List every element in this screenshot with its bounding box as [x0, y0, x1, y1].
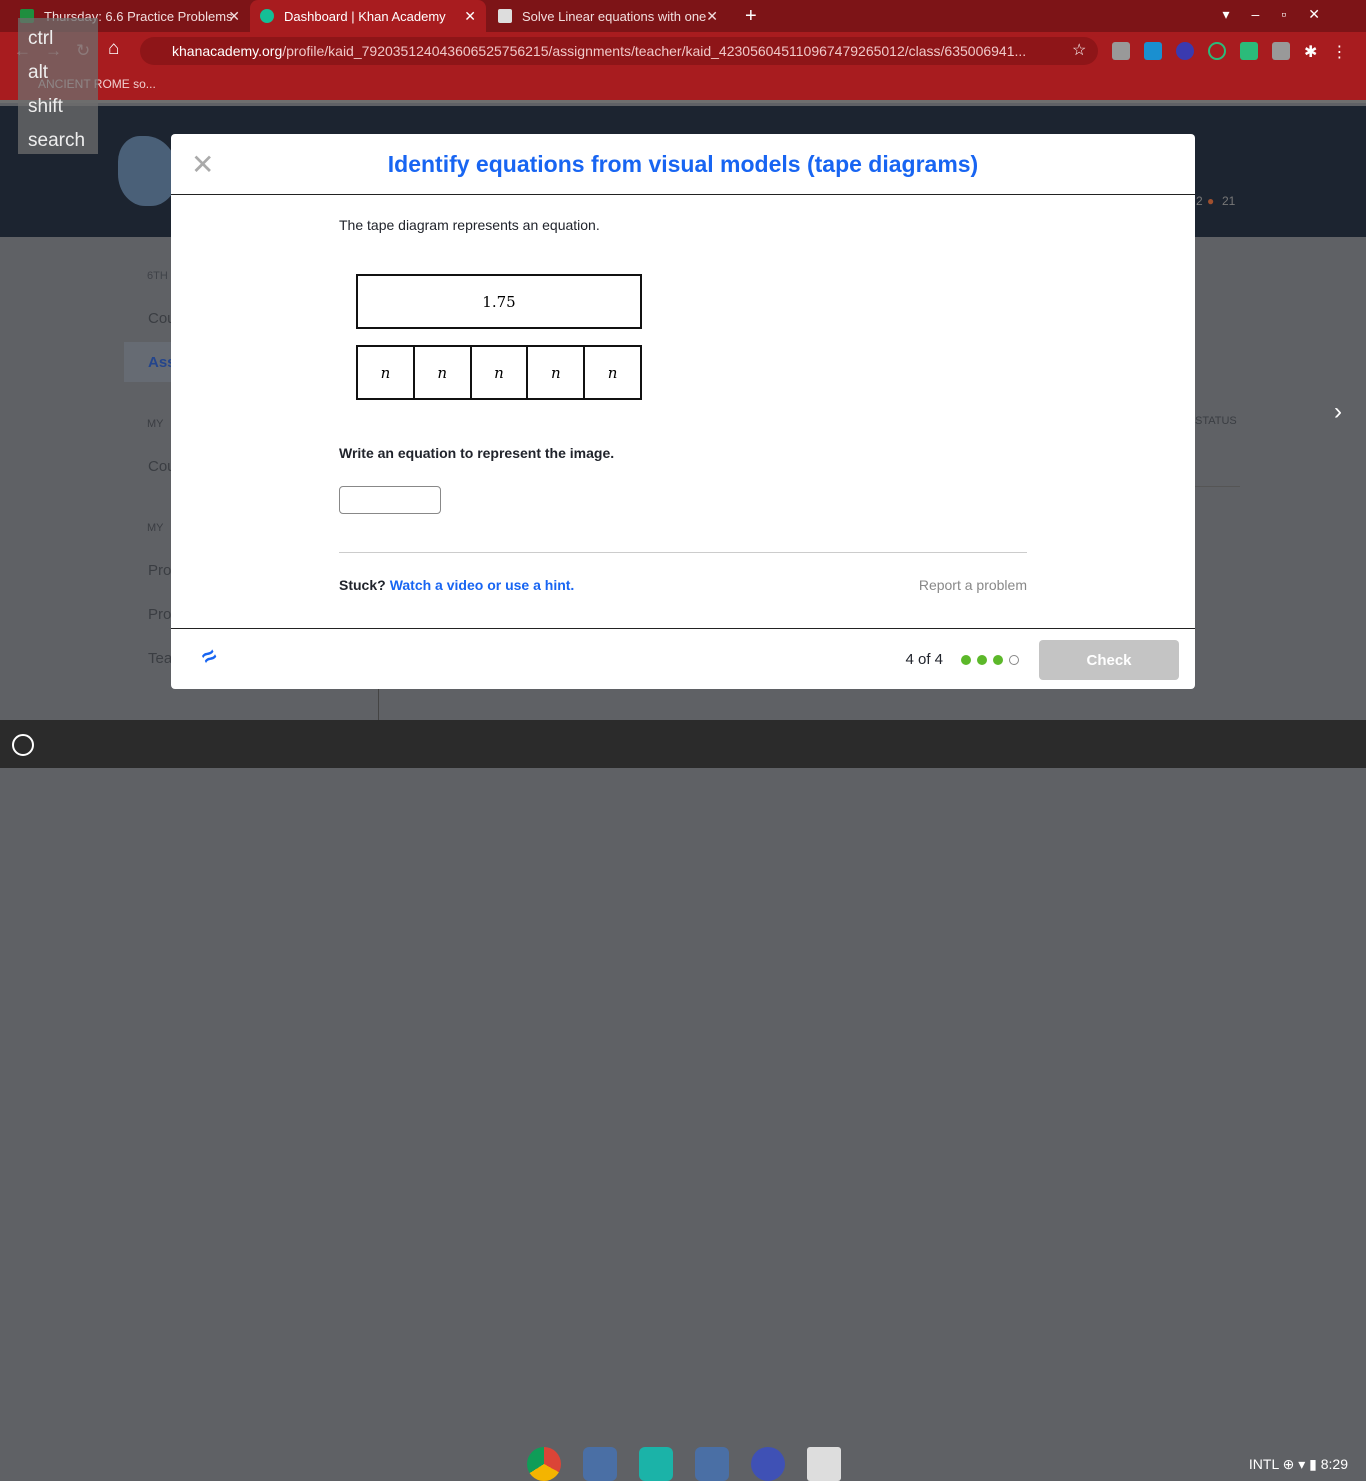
- site-icon: [498, 9, 512, 23]
- camera-icon[interactable]: [583, 1447, 617, 1481]
- bookmark-star-icon[interactable]: ☆: [1072, 40, 1086, 60]
- tab-solve-linear[interactable]: Solve Linear equations with one ✕: [488, 0, 728, 32]
- check-button[interactable]: Check: [1039, 640, 1179, 680]
- status-tray[interactable]: INTL ⊕ ▾ ▮ 8:29: [1249, 1456, 1348, 1473]
- modal-header: ✕ Identify equations from visual models …: [171, 134, 1195, 195]
- hint-link[interactable]: Watch a video or use a hint.: [390, 577, 575, 593]
- progress-dots: [961, 655, 1019, 665]
- app-icon[interactable]: [639, 1447, 673, 1481]
- extension-icon[interactable]: [1272, 42, 1290, 60]
- kami-icon[interactable]: [751, 1447, 785, 1481]
- scratchpad-icon[interactable]: ≈: [197, 642, 222, 673]
- calculator-icon[interactable]: [807, 1447, 841, 1481]
- address-bar[interactable]: khanacademy.org/profile/kaid_79203512404…: [140, 37, 1098, 65]
- close-tab-icon[interactable]: ✕: [464, 8, 476, 25]
- puzzle-icon[interactable]: ✱: [1304, 42, 1317, 62]
- divider: [339, 552, 1027, 553]
- tape-total: 1.75: [356, 274, 642, 329]
- close-icon[interactable]: ✕: [191, 148, 214, 181]
- keyboard-shortcut-overlay: ctrl alt shift search: [18, 18, 98, 154]
- progress-counter: 4 of 4: [905, 651, 943, 668]
- question-text: The tape diagram represents an equation.: [339, 217, 600, 233]
- progress-dot-complete: [993, 655, 1003, 665]
- menu-icon[interactable]: ⋮: [1331, 42, 1347, 62]
- extension-icon[interactable]: [1144, 42, 1162, 60]
- new-tab-button[interactable]: +: [735, 0, 767, 32]
- modal-footer: ≈ 4 of 4 Check: [171, 628, 1195, 689]
- close-tab-icon[interactable]: ✕: [706, 8, 718, 25]
- bookmarks-bar: ANCIENT ROME so...: [0, 70, 1366, 103]
- streak-icon: ●: [1207, 194, 1215, 208]
- tape-cell: n: [358, 347, 415, 398]
- extension-icon[interactable]: [1208, 42, 1226, 60]
- chrome-icon[interactable]: [527, 1447, 561, 1481]
- extension-icon[interactable]: [1112, 42, 1130, 60]
- chevron-right-icon[interactable]: ›: [1334, 398, 1342, 426]
- extension-icon[interactable]: [1240, 42, 1258, 60]
- tape-cell: n: [415, 347, 472, 398]
- browser-toolbar: ←→↻ ⌂ khanacademy.org/profile/kaid_79203…: [0, 32, 1366, 70]
- tape-cell: n: [528, 347, 586, 398]
- os-shelf: INTL ⊕ ▾ ▮ 8:29: [0, 720, 1366, 1481]
- close-tab-icon[interactable]: ✕: [228, 8, 240, 25]
- tab-dashboard[interactable]: Dashboard | Khan Academy ✕: [250, 0, 486, 32]
- progress-dot-complete: [977, 655, 987, 665]
- kami-icon[interactable]: [1176, 42, 1194, 60]
- home-icon[interactable]: ⌂: [108, 38, 119, 60]
- avatar: [118, 136, 178, 206]
- tape-parts: n n n n n: [356, 345, 642, 400]
- camera-icon[interactable]: [695, 1447, 729, 1481]
- report-problem-link[interactable]: Report a problem: [919, 577, 1027, 593]
- exercise-modal: ✕ Identify equations from visual models …: [171, 134, 1195, 689]
- window-controls[interactable]: ▾–▫✕: [1222, 6, 1342, 23]
- prompt-text: Write an equation to represent the image…: [339, 445, 615, 461]
- tab-strip: Thursday: 6.6 Practice Problems ✕ Dashboa…: [0, 0, 1366, 32]
- tape-cell: n: [472, 347, 529, 398]
- extensions: ✱ ⋮: [1112, 42, 1347, 62]
- stuck-row: Stuck? Watch a video or use a hint.: [339, 577, 575, 593]
- progress-dot-complete: [961, 655, 971, 665]
- tape-cell: n: [607, 363, 618, 382]
- exercise-body: The tape diagram represents an equation.…: [339, 195, 1027, 628]
- equation-input[interactable]: [339, 486, 441, 514]
- progress-dot-current: [1009, 655, 1019, 665]
- khan-icon: [260, 9, 274, 23]
- launcher-icon[interactable]: [12, 734, 34, 756]
- exercise-title: Identify equations from visual models (t…: [387, 150, 979, 177]
